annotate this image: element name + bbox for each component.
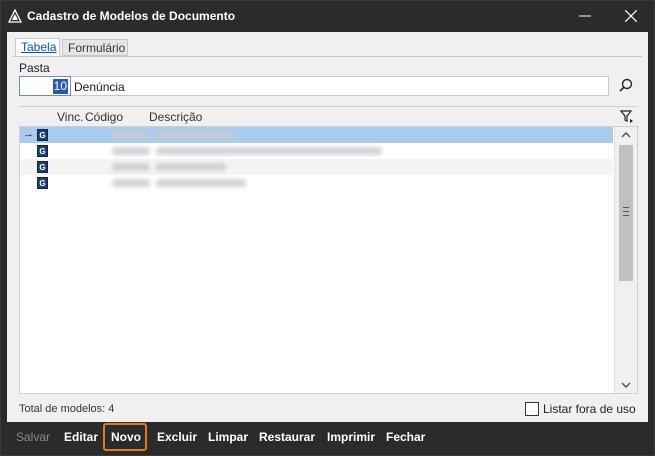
row-indicator-arrow-icon: →	[23, 128, 34, 140]
redacted-description	[156, 179, 246, 187]
vinc-badge: G	[37, 145, 48, 157]
tab-tabela-label: Tabela	[21, 40, 57, 54]
redacted-description	[156, 131, 236, 139]
redacted-code	[112, 179, 150, 187]
total-models-label: Total de modelos: 4	[19, 403, 115, 415]
table-row[interactable]: G	[20, 175, 613, 191]
pasta-label: Pasta	[19, 61, 50, 75]
table-row[interactable]: G	[20, 159, 613, 175]
scroll-thumb[interactable]	[619, 145, 633, 281]
search-icon	[619, 78, 633, 92]
listar-fora-de-uso-checkbox[interactable]	[525, 402, 539, 416]
app-logo-icon	[8, 9, 22, 23]
vinc-badge: G	[37, 161, 48, 173]
action-toolbar: Salvar Editar Novo Excluir Limpar Restau…	[7, 423, 648, 451]
pasta-search-button[interactable]	[616, 76, 636, 96]
close-icon	[625, 10, 637, 22]
models-grid[interactable]: → G G G G	[19, 126, 638, 394]
minimize-button[interactable]	[562, 1, 608, 32]
excluir-button[interactable]: Excluir	[157, 430, 197, 444]
chevron-down-icon	[621, 382, 631, 388]
scroll-up-button[interactable]	[615, 127, 637, 143]
tab-tabela[interactable]: Tabela	[15, 38, 60, 57]
window-title: Cadastro de Modelos de Documento	[27, 9, 236, 23]
vertical-scrollbar[interactable]	[614, 127, 637, 393]
column-header-vinc[interactable]: Vinc.	[57, 110, 83, 124]
pasta-code-input[interactable]: 10	[19, 76, 71, 96]
tab-formulario-label: Formulário	[68, 41, 126, 55]
redacted-code	[112, 131, 150, 139]
redacted-code	[112, 147, 150, 155]
listar-fora-de-uso-label[interactable]: Listar fora de uso	[543, 402, 636, 416]
content-panel: Tabela Formulário Pasta 10 Denúncia Vinc…	[7, 32, 648, 422]
column-header-codigo[interactable]: Código	[85, 110, 123, 124]
redacted-description	[156, 147, 382, 155]
title-bar[interactable]: Cadastro de Modelos de Documento	[1, 1, 654, 32]
close-button[interactable]	[608, 1, 654, 32]
column-header-descricao[interactable]: Descrição	[149, 110, 202, 124]
tab-divider	[13, 56, 642, 57]
novo-button[interactable]: Novo	[111, 430, 141, 444]
tab-formulario[interactable]: Formulário	[62, 39, 128, 56]
pasta-description-value: Denúncia	[74, 80, 125, 94]
vinc-badge: G	[37, 129, 48, 141]
vinc-badge: G	[37, 177, 48, 189]
imprimir-button[interactable]: Imprimir	[327, 430, 375, 444]
pasta-code-value: 10	[52, 79, 68, 94]
table-row[interactable]: → G	[20, 127, 613, 143]
minimize-icon	[579, 15, 591, 17]
scroll-down-button[interactable]	[615, 377, 637, 393]
grid-header: Vinc. Código Descrição	[19, 106, 638, 126]
salvar-button[interactable]: Salvar	[16, 430, 50, 444]
limpar-button[interactable]: Limpar	[208, 430, 248, 444]
chevron-up-icon	[621, 132, 631, 138]
table-row[interactable]: G	[20, 143, 613, 159]
redacted-description	[156, 163, 226, 171]
main-window: Cadastro de Modelos de Documento Tabela …	[0, 0, 655, 456]
pasta-description-field[interactable]: Denúncia	[71, 76, 609, 96]
redacted-code	[112, 163, 150, 171]
editar-button[interactable]: Editar	[64, 430, 98, 444]
restaurar-button[interactable]: Restaurar	[259, 430, 315, 444]
grip-icon	[623, 207, 629, 216]
fechar-button[interactable]: Fechar	[386, 430, 425, 444]
filter-icon[interactable]	[619, 109, 635, 125]
